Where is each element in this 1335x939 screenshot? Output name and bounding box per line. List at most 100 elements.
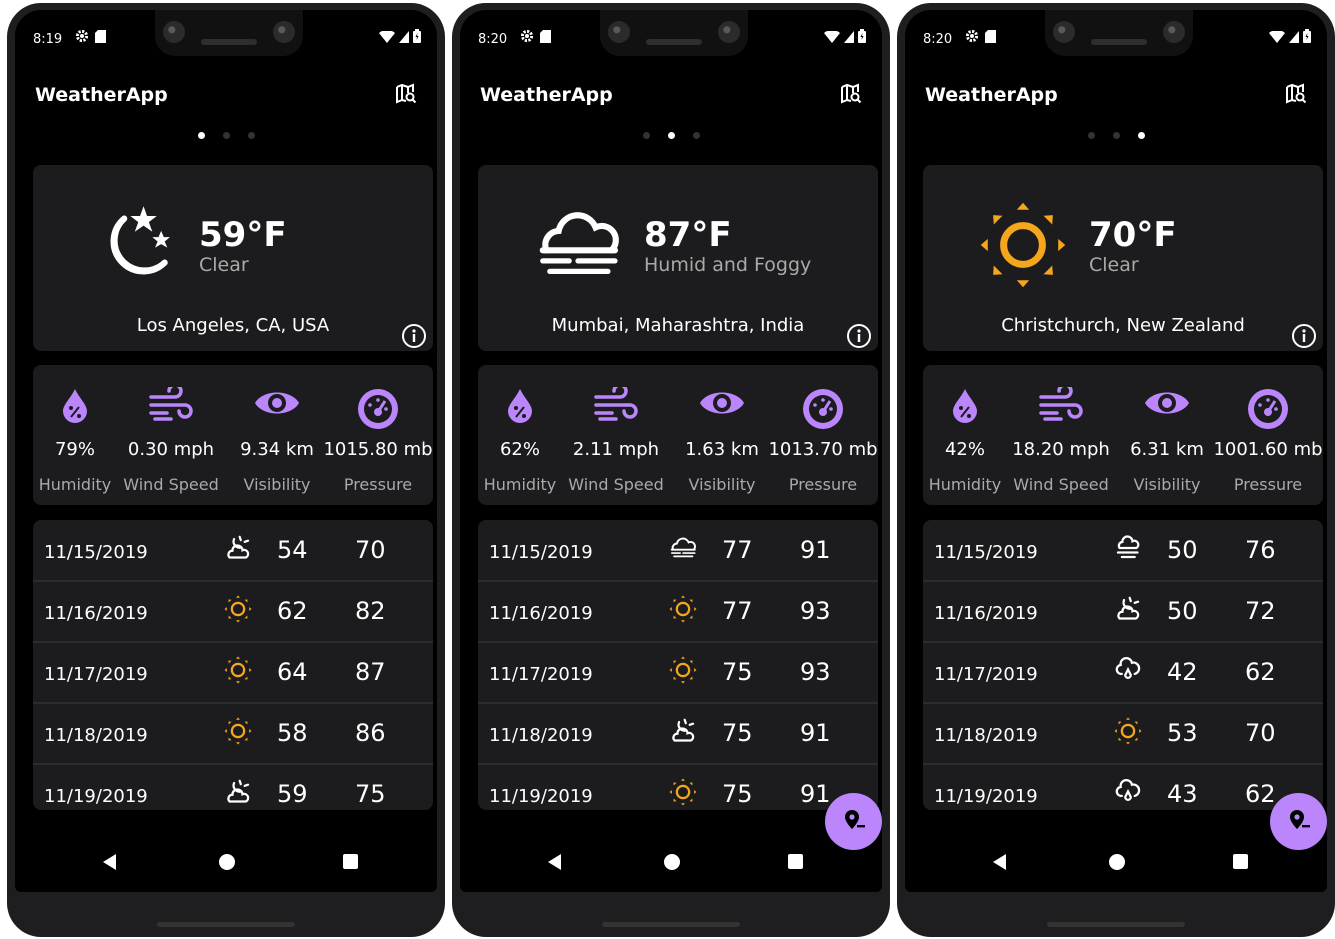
forecast-row[interactable]: 11/16/2019 50 72 (923, 581, 1323, 643)
back-button[interactable] (548, 854, 561, 870)
night-cloud-icon (224, 778, 252, 810)
forecast-row[interactable]: 11/16/2019 77 93 (478, 581, 878, 643)
location-name: Mumbai, Maharashtra, India (551, 315, 805, 336)
forecast-row[interactable]: 11/15/2019 50 76 (923, 520, 1323, 582)
forecast-row[interactable]: 11/19/2019 59 75 (33, 764, 433, 810)
forecast-row[interactable]: 11/17/2019 42 62 (923, 642, 1323, 704)
phone-frame: 8:20 WeatherApp 70°F Clear Christchurch,… (897, 3, 1335, 937)
forecast-low-temp: 59 (277, 780, 308, 808)
fog-icon (534, 201, 622, 289)
wind-icon (149, 383, 193, 427)
forecast-date: 11/19/2019 (44, 786, 148, 807)
forecast-low-temp: 77 (722, 536, 753, 564)
home-button[interactable] (1109, 854, 1125, 870)
recent-apps-button[interactable] (1233, 854, 1248, 869)
forecast-list[interactable]: 11/15/2019 77 91 11/16/2019 77 93 11/17/… (478, 520, 878, 810)
location-name: Christchurch, New Zealand (1001, 315, 1245, 336)
home-button[interactable] (219, 854, 235, 870)
metric-label: Wind Speed (123, 475, 219, 494)
forecast-low-temp: 77 (722, 597, 753, 625)
metric-value: 79% (54, 439, 95, 460)
forecast-row[interactable]: 11/19/2019 43 62 (923, 764, 1323, 810)
wifi-icon (824, 28, 840, 47)
back-button[interactable] (103, 854, 116, 870)
weather-metrics-card: 62% Humidity 2.11 mph Wind Speed 1.63 km… (478, 365, 878, 505)
forecast-row[interactable]: 11/18/2019 75 91 (478, 703, 878, 765)
forecast-row[interactable]: 11/17/2019 64 87 (33, 642, 433, 704)
sun-icon (1114, 717, 1142, 749)
settings-gear-icon (965, 28, 979, 47)
page-dot-3[interactable] (1137, 132, 1145, 139)
phone-bottom-speaker (157, 922, 295, 927)
page-dot-2[interactable] (222, 132, 230, 139)
status-right-icons (824, 28, 866, 47)
status-left-icons (965, 28, 996, 47)
forecast-high-temp: 87 (355, 658, 386, 686)
phone-frame: 8:20 WeatherApp 87°F Humid and Foggy Mum… (452, 3, 890, 937)
status-time: 8:20 (923, 32, 953, 47)
forecast-low-temp: 50 (1167, 597, 1198, 625)
wifi-icon (379, 28, 395, 47)
forecast-date: 11/17/2019 (934, 664, 1038, 685)
page-dot-3[interactable] (692, 132, 700, 139)
humidity-icon (60, 387, 90, 427)
battery-charging-icon (858, 28, 866, 47)
metric-value: 1.63 km (685, 439, 759, 460)
app-title: WeatherApp (35, 84, 168, 106)
metric-value: 1001.60 mb (1213, 439, 1323, 460)
back-button[interactable] (993, 854, 1006, 870)
page-dot-1[interactable] (197, 132, 205, 139)
map-search-icon[interactable] (840, 83, 862, 109)
night-cloud-icon (669, 717, 697, 749)
notch (600, 10, 748, 56)
metric-wind-speed: 2.11 mph Wind Speed (564, 365, 668, 505)
current-condition: Clear (1089, 254, 1139, 276)
wifi-icon (1269, 28, 1285, 47)
sun-icon (224, 717, 252, 749)
current-weather-card: 59°F Clear Los Angeles, CA, USA (33, 165, 433, 351)
page-dot-1[interactable] (1087, 132, 1095, 139)
location-name: Los Angeles, CA, USA (136, 315, 330, 336)
metric-label: Humidity (38, 475, 112, 494)
forecast-list[interactable]: 11/15/2019 50 76 11/16/2019 50 72 11/17/… (923, 520, 1323, 810)
info-icon[interactable] (1291, 323, 1317, 353)
forecast-low-temp: 75 (722, 780, 753, 808)
cloud-wind-icon (1114, 534, 1142, 566)
fog-icon (669, 534, 697, 566)
forecast-row[interactable]: 11/17/2019 75 93 (478, 642, 878, 704)
forecast-date: 11/16/2019 (489, 603, 593, 624)
page-dot-2[interactable] (1112, 132, 1120, 139)
forecast-row[interactable]: 11/18/2019 58 86 (33, 703, 433, 765)
forecast-date: 11/18/2019 (489, 725, 593, 746)
recent-apps-button[interactable] (788, 854, 803, 869)
cloud-rain-icon (1114, 778, 1142, 810)
page-dot-1[interactable] (642, 132, 650, 139)
forecast-high-temp: 91 (800, 536, 831, 564)
forecast-list[interactable]: 11/15/2019 54 70 11/16/2019 62 82 11/17/… (33, 520, 433, 810)
front-sensor-icon (718, 21, 740, 43)
forecast-low-temp: 64 (277, 658, 308, 686)
current-temperature: 87°F (644, 215, 732, 255)
forecast-row[interactable]: 11/15/2019 54 70 (33, 520, 433, 582)
home-button[interactable] (664, 854, 680, 870)
current-temperature: 59°F (199, 215, 287, 255)
forecast-row[interactable]: 11/18/2019 53 70 (923, 703, 1323, 765)
recent-apps-button[interactable] (343, 854, 358, 869)
info-icon[interactable] (846, 323, 872, 353)
map-search-icon[interactable] (395, 83, 417, 109)
page-dot-2[interactable] (667, 132, 675, 139)
page-dot-3[interactable] (247, 132, 255, 139)
forecast-row[interactable]: 11/19/2019 75 91 (478, 764, 878, 810)
forecast-row[interactable]: 11/15/2019 77 91 (478, 520, 878, 582)
forecast-high-temp: 82 (355, 597, 386, 625)
metric-pressure: 1015.80 mb Pressure (323, 365, 433, 505)
moon-stars-icon (89, 201, 177, 289)
forecast-row[interactable]: 11/16/2019 62 82 (33, 581, 433, 643)
info-icon[interactable] (401, 323, 427, 353)
map-search-icon[interactable] (1285, 83, 1307, 109)
wind-icon (594, 383, 638, 427)
sd-card-icon (540, 28, 551, 47)
forecast-date: 11/19/2019 (934, 786, 1038, 807)
earpiece-speaker (646, 39, 702, 45)
metric-value: 18.20 mph (1012, 439, 1110, 460)
